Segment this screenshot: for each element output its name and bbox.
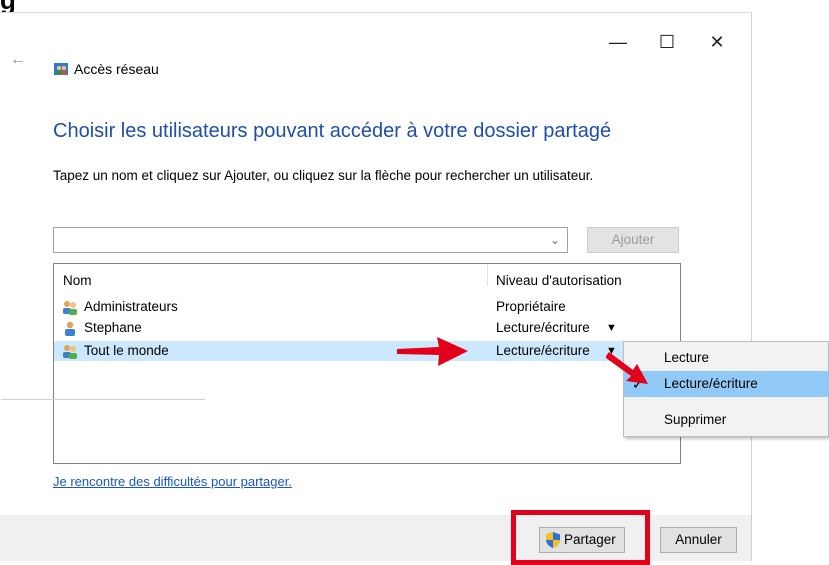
window-title: Accès réseau: [74, 61, 159, 77]
dialog-heading: Choisir les utilisateurs pouvant accéder…: [53, 120, 612, 142]
user-icon: [65, 321, 75, 336]
annotation-arrow-icon: [397, 337, 468, 366]
menu-separator: [1, 399, 205, 400]
cancel-button[interactable]: Annuler: [660, 527, 737, 553]
table-row[interactable]: Stephane Lecture/écriture ▼: [54, 318, 680, 338]
users-list: [53, 263, 681, 464]
dropdown-caret-icon[interactable]: ▼: [606, 321, 617, 335]
annotation-arrow-icon: [606, 352, 648, 384]
chevron-down-icon[interactable]: ⌄: [545, 232, 565, 248]
table-row[interactable]: Administrateurs Propriétaire: [54, 297, 680, 317]
network-share-icon: [54, 63, 68, 75]
minimize-icon[interactable]: —: [595, 27, 641, 57]
add-button[interactable]: Ajouter: [587, 227, 679, 253]
column-divider: [487, 264, 488, 286]
user-name: Tout le monde: [84, 343, 169, 358]
back-arrow-icon[interactable]: ←: [6, 50, 30, 70]
help-link[interactable]: Je rencontre des difficultés pour partag…: [53, 473, 292, 491]
menu-item-supprimer[interactable]: Supprimer: [624, 407, 828, 433]
column-header-permission[interactable]: Niveau d'autorisation: [496, 272, 622, 290]
instruction-text: Tapez un nom et cliquez sur Ajouter, ou …: [53, 168, 594, 183]
menu-item-lecture-ecriture[interactable]: ✓ Lecture/écriture: [624, 371, 828, 397]
column-header-name[interactable]: Nom: [63, 272, 92, 290]
user-name: Stephane: [84, 320, 142, 335]
close-icon[interactable]: ✕: [694, 27, 740, 57]
group-icon: [63, 345, 77, 359]
permission-level: Propriétaire: [496, 299, 566, 314]
table-row[interactable]: Tout le monde Lecture/écriture ▼: [54, 341, 680, 361]
menu-item-lecture[interactable]: Lecture: [624, 345, 828, 371]
group-icon: [63, 301, 77, 315]
highlight-box: [511, 510, 650, 565]
user-name-input[interactable]: [53, 227, 568, 253]
permission-level[interactable]: Lecture/écriture: [496, 342, 590, 360]
permission-level[interactable]: Lecture/écriture: [496, 319, 590, 337]
maximize-icon[interactable]: ☐: [644, 27, 690, 57]
user-name: Administrateurs: [84, 299, 178, 314]
